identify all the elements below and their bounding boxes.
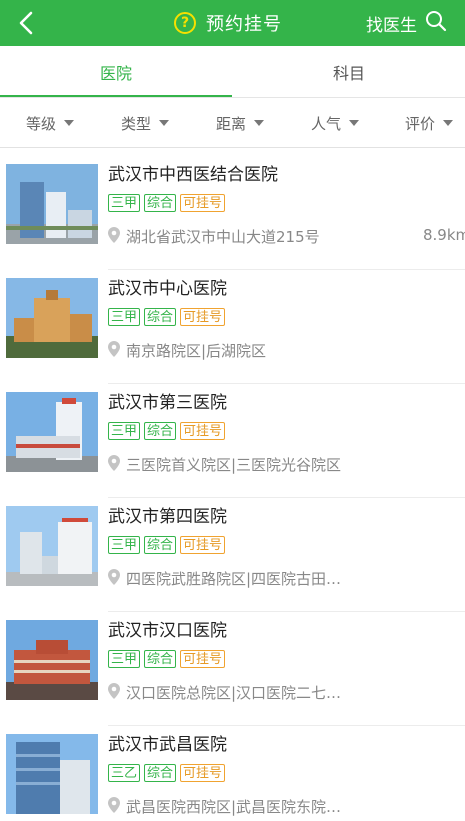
list-item[interactable]: 武汉市武昌医院 三乙 综合 可挂号 武昌医院西院区|武昌医院东院… — [0, 726, 465, 821]
tab-department[interactable]: 科目 — [233, 46, 465, 98]
tag-group: 三乙 综合 可挂号 — [108, 764, 229, 782]
hospital-name: 武汉市第三医院 — [108, 393, 227, 413]
hospital-photo — [6, 506, 98, 586]
distance-label: 8.9km — [423, 226, 465, 244]
hospital-address: 三医院首义院区|三医院光谷院区 — [126, 456, 342, 474]
help-icon[interactable]: ? — [174, 12, 196, 34]
level-badge: 三甲 — [108, 194, 141, 212]
hospital-address: 武昌医院西院区|武昌医院东院… — [126, 798, 342, 816]
location-pin-icon — [108, 568, 120, 589]
bookable-badge: 可挂号 — [180, 308, 226, 326]
tab-bar: 医院 科目 — [0, 46, 465, 98]
level-badge: 三甲 — [108, 650, 141, 668]
type-badge: 综合 — [144, 764, 177, 782]
bookable-badge: 可挂号 — [180, 650, 226, 668]
level-badge: 三甲 — [108, 536, 141, 554]
find-doctor-button[interactable]: 找医生 — [366, 8, 447, 38]
page-title: 预约挂号 — [206, 14, 282, 35]
list-item[interactable]: 武汉市第三医院 三甲 综合 可挂号 三医院首义院区|三医院光谷院区 — [0, 384, 465, 498]
tag-group: 三甲 综合 可挂号 — [108, 650, 229, 668]
filter-label: 距离 — [216, 114, 247, 133]
list-item[interactable]: 武汉市中西医结合医院 三甲 综合 可挂号 湖北省武汉市中山大道215号 8.9k… — [0, 156, 465, 270]
bookable-badge: 可挂号 — [180, 764, 226, 782]
filter-distance[interactable]: 距离 — [216, 98, 265, 148]
caret-down-icon — [159, 120, 170, 126]
type-badge: 综合 — [144, 194, 177, 212]
location-pin-icon — [108, 796, 120, 817]
tag-group: 三甲 综合 可挂号 — [108, 308, 229, 326]
filter-label: 类型 — [121, 114, 152, 133]
bookable-badge: 可挂号 — [180, 422, 226, 440]
find-doctor-label: 找医生 — [366, 15, 417, 36]
tag-group: 三甲 综合 可挂号 — [108, 194, 229, 212]
location-pin-icon — [108, 226, 120, 247]
list-item[interactable]: 武汉市汉口医院 三甲 综合 可挂号 汉口医院总院区|汉口医院二七… — [0, 612, 465, 726]
filter-label: 等级 — [26, 114, 57, 133]
filter-level[interactable]: 等级 — [26, 98, 75, 148]
hospital-address: 湖北省武汉市中山大道215号 — [126, 228, 320, 246]
type-badge: 综合 — [144, 650, 177, 668]
hospital-address: 四医院武胜路院区|四医院古田… — [126, 570, 342, 588]
hospital-photo — [6, 392, 98, 472]
hospital-name: 武汉市武昌医院 — [108, 735, 227, 755]
level-badge: 三甲 — [108, 422, 141, 440]
tag-group: 三甲 综合 可挂号 — [108, 536, 229, 554]
list-item[interactable]: 武汉市第四医院 三甲 综合 可挂号 四医院武胜路院区|四医院古田… — [0, 498, 465, 612]
list-item[interactable]: 武汉市中心医院 三甲 综合 可挂号 南京路院区|后湖院区 — [0, 270, 465, 384]
location-pin-icon — [108, 682, 120, 703]
hospital-name: 武汉市第四医院 — [108, 507, 227, 527]
location-pin-icon — [108, 340, 120, 361]
filter-label: 人气 — [311, 114, 342, 133]
filter-popularity[interactable]: 人气 — [311, 98, 360, 148]
bookable-badge: 可挂号 — [180, 536, 226, 554]
address-row: 四医院武胜路院区|四医院古田… — [108, 568, 341, 589]
type-badge: 综合 — [144, 308, 177, 326]
hospital-name: 武汉市中心医院 — [108, 279, 227, 299]
caret-down-icon — [254, 120, 265, 126]
address-row: 武昌医院西院区|武昌医院东院… — [108, 796, 341, 817]
filter-rating[interactable]: 评价 — [405, 98, 454, 148]
tag-group: 三甲 综合 可挂号 — [108, 422, 229, 440]
address-row: 汉口医院总院区|汉口医院二七… — [108, 682, 341, 703]
filter-type[interactable]: 类型 — [121, 98, 170, 148]
hospital-address: 南京路院区|后湖院区 — [126, 342, 267, 360]
level-badge: 三乙 — [108, 764, 141, 782]
hospital-photo — [6, 620, 98, 700]
location-pin-icon — [108, 454, 120, 475]
search-icon — [425, 10, 447, 36]
bookable-badge: 可挂号 — [180, 194, 226, 212]
tab-hospital[interactable]: 医院 — [0, 46, 232, 98]
filter-label: 评价 — [405, 114, 436, 133]
address-row: 湖北省武汉市中山大道215号 — [108, 226, 320, 247]
back-arrow-icon[interactable] — [14, 9, 42, 37]
level-badge: 三甲 — [108, 308, 141, 326]
hospital-name: 武汉市中西医结合医院 — [108, 165, 278, 185]
hospital-photo — [6, 734, 98, 814]
title-group: ? 预约挂号 — [174, 8, 282, 38]
hospital-photo — [6, 278, 98, 358]
hospital-name: 武汉市汉口医院 — [108, 621, 227, 641]
caret-down-icon — [64, 120, 75, 126]
caret-down-icon — [349, 120, 360, 126]
address-row: 三医院首义院区|三医院光谷院区 — [108, 454, 341, 475]
type-badge: 综合 — [144, 422, 177, 440]
hospital-address: 汉口医院总院区|汉口医院二七… — [126, 684, 342, 702]
hospital-photo — [6, 164, 98, 244]
caret-down-icon — [443, 120, 454, 126]
top-bar: ? 预约挂号 找医生 — [0, 0, 465, 46]
address-row: 南京路院区|后湖院区 — [108, 340, 266, 361]
type-badge: 综合 — [144, 536, 177, 554]
filter-bar: 等级 类型 距离 人气 评价 — [0, 98, 465, 148]
